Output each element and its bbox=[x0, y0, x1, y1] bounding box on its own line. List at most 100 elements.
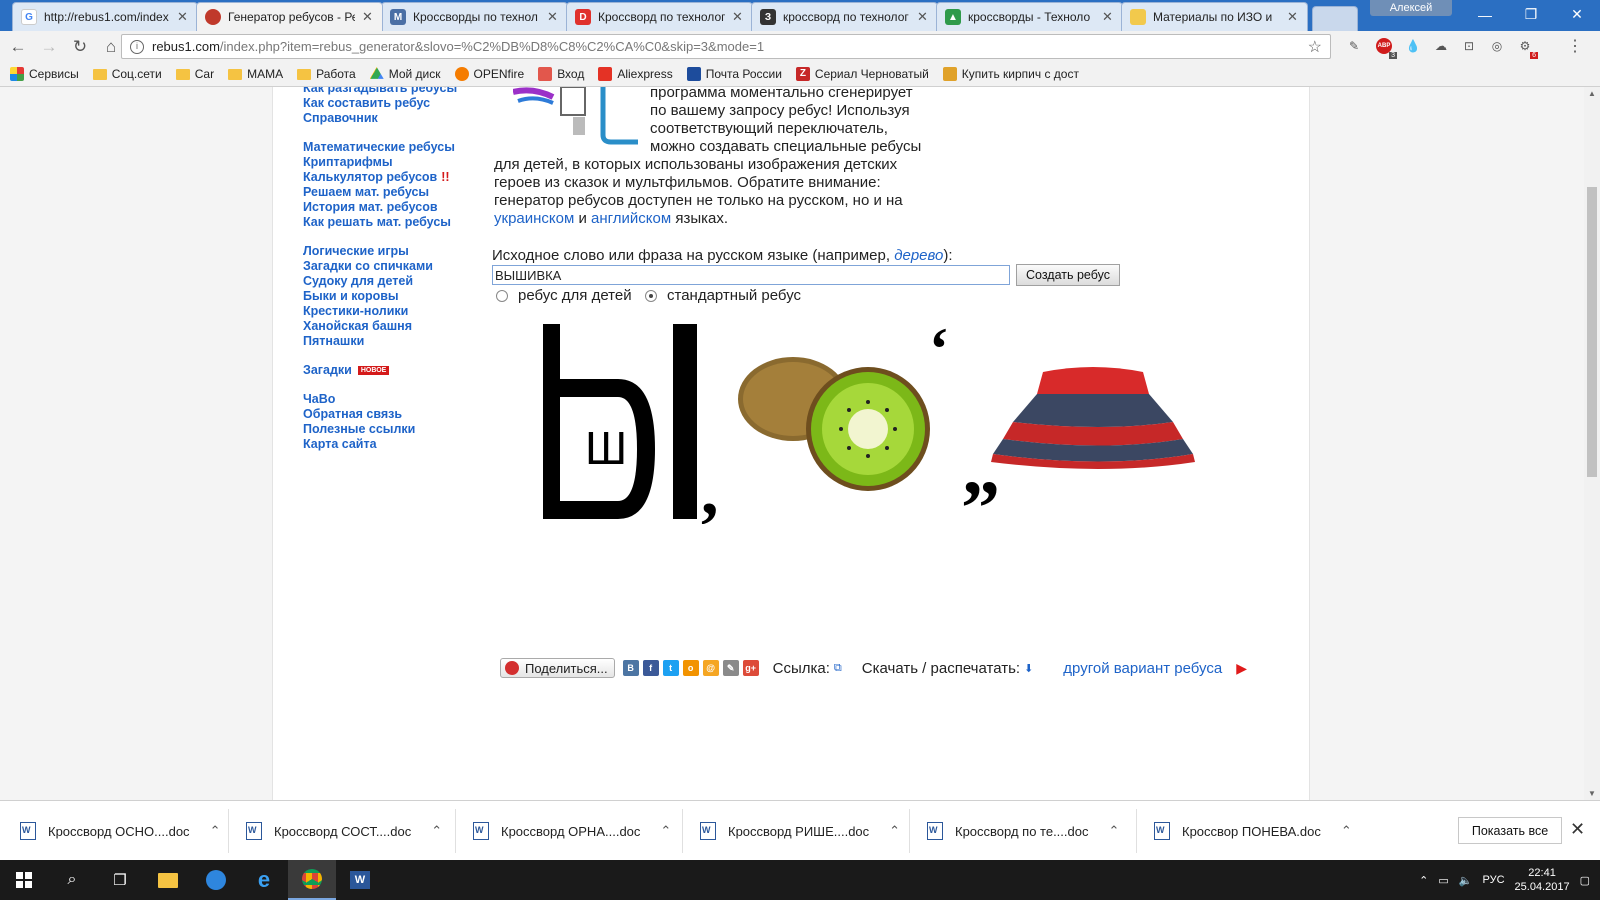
nav-link[interactable]: Крестики-нолики bbox=[303, 304, 473, 319]
bookmark-drive[interactable]: Мой диск bbox=[369, 67, 441, 81]
ukrainian-link[interactable]: украинском bbox=[494, 210, 574, 227]
close-tab-icon[interactable]: ✕ bbox=[362, 9, 374, 25]
close-tab-icon[interactable]: ✕ bbox=[917, 9, 929, 25]
language-indicator[interactable]: РУС bbox=[1483, 874, 1505, 886]
bookmark-serial[interactable]: Z Сериал Черноватый bbox=[795, 67, 929, 81]
info-icon[interactable]: i bbox=[130, 39, 144, 54]
nav-link[interactable]: Справочник bbox=[303, 111, 473, 126]
bookmark-folder-mama[interactable]: MAMA bbox=[228, 67, 283, 81]
livejournal-icon[interactable]: ✎ bbox=[722, 660, 739, 676]
download-item[interactable]: Кроссвор ПОНЕВА.doc ⌃ bbox=[1154, 819, 1352, 843]
reload-icon[interactable]: ↻ bbox=[67, 34, 93, 60]
download-icon[interactable]: ⬇ bbox=[1024, 662, 1033, 675]
bookmark-openfire[interactable]: OPENfire bbox=[454, 67, 524, 81]
vpn-extension-icon[interactable]: ◎ bbox=[1488, 37, 1506, 55]
nav-link-riddles[interactable]: Загадки НОВОЕ bbox=[303, 363, 473, 378]
nav-link[interactable]: ЧаВо bbox=[303, 392, 473, 407]
googleplus-icon[interactable]: g+ bbox=[742, 660, 759, 676]
english-link[interactable]: английском bbox=[591, 210, 671, 227]
radio-kids-option[interactable]: ребус для детей bbox=[496, 287, 632, 304]
download-item[interactable]: Кроссворд ОСНО....doc ⌃ bbox=[20, 819, 220, 843]
nav-link[interactable]: Как составить ребус bbox=[303, 96, 473, 111]
chevron-up-icon[interactable]: ⌃ bbox=[1108, 823, 1119, 839]
bookmark-brick[interactable]: Купить кирпич с дост bbox=[942, 67, 1079, 81]
chevron-up-icon[interactable]: ⌃ bbox=[1419, 874, 1428, 887]
nav-link[interactable]: Математические ребусы bbox=[303, 140, 473, 155]
restore-icon[interactable]: ❐ bbox=[1508, 0, 1554, 29]
nav-link[interactable]: Криптарифмы bbox=[303, 155, 473, 170]
radio-kids[interactable] bbox=[496, 289, 508, 302]
bookmark-folder-car[interactable]: Car bbox=[175, 67, 214, 81]
drop-extension-icon[interactable]: 💧 bbox=[1404, 37, 1422, 55]
tab-2[interactable]: M Кроссворды по технол ✕ bbox=[381, 2, 568, 31]
close-tab-icon[interactable]: ✕ bbox=[1287, 9, 1299, 25]
nav-link[interactable]: Полезные ссылки bbox=[303, 422, 473, 437]
file-explorer-icon[interactable] bbox=[144, 860, 192, 900]
tab-1[interactable]: Генератор ребусов - Ре ✕ bbox=[196, 2, 383, 31]
close-downloads-icon[interactable]: ✕ bbox=[1570, 819, 1585, 840]
rebus-word-input[interactable] bbox=[492, 265, 1010, 285]
external-link-icon[interactable]: ⧉ bbox=[834, 662, 842, 675]
windows-start-icon[interactable] bbox=[0, 860, 48, 900]
mailru-icon[interactable]: @ bbox=[702, 660, 719, 676]
scrollbar-thumb[interactable] bbox=[1587, 187, 1597, 477]
minimize-icon[interactable]: — bbox=[1462, 0, 1508, 29]
vk-icon[interactable]: B bbox=[622, 660, 639, 676]
chevron-up-icon[interactable]: ⌃ bbox=[660, 823, 671, 839]
twitter-icon[interactable]: t bbox=[662, 660, 679, 676]
address-bar[interactable]: i rebus1.com/index.php?item=rebus_genera… bbox=[121, 34, 1331, 59]
network-icon[interactable]: ▭ bbox=[1438, 874, 1448, 887]
nav-link[interactable]: Загадки со спичками bbox=[303, 259, 473, 274]
adblock-icon[interactable]: ABP 3 bbox=[1375, 37, 1397, 59]
share-button[interactable]: Поделиться... bbox=[500, 658, 615, 678]
new-tab-button[interactable] bbox=[1312, 6, 1358, 31]
bookmark-login[interactable]: Вход bbox=[538, 67, 584, 81]
tab-0[interactable]: G http://rebus1.com/index ✕ bbox=[12, 2, 198, 31]
show-all-downloads-button[interactable]: Показать все bbox=[1458, 817, 1562, 844]
odnoklassniki-icon[interactable]: о bbox=[682, 660, 699, 676]
word-icon[interactable]: W bbox=[336, 860, 384, 900]
tab-6[interactable]: Материалы по ИЗО и ✕ bbox=[1121, 2, 1308, 31]
example-link[interactable]: дерево bbox=[894, 247, 943, 264]
address-url[interactable]: rebus1.com/index.php?item=rebus_generato… bbox=[152, 39, 1308, 54]
play-arrow-icon[interactable]: ▶ bbox=[1236, 660, 1247, 677]
tab-3[interactable]: D Кроссворд по технолог ✕ bbox=[566, 2, 753, 31]
back-icon[interactable]: ← bbox=[5, 34, 31, 60]
forward-icon[interactable]: → bbox=[36, 34, 62, 60]
bookmark-apps[interactable]: Сервисы bbox=[10, 67, 79, 81]
tab-5[interactable]: ▲ кроссворды - Техноло ✕ bbox=[936, 2, 1123, 31]
menu-icon[interactable]: ⋮ bbox=[1566, 37, 1584, 55]
notify-extension-icon[interactable]: ⚙ 6 bbox=[1516, 37, 1538, 59]
vertical-scrollbar[interactable]: ▲ ▼ bbox=[1584, 87, 1600, 800]
close-tab-icon[interactable]: ✕ bbox=[177, 9, 189, 25]
nav-link[interactable]: Быки и коровы bbox=[303, 289, 473, 304]
bookmark-post[interactable]: Почта России bbox=[686, 67, 782, 81]
nav-link[interactable]: Обратная связь bbox=[303, 407, 473, 422]
other-variant-link[interactable]: другой вариант ребуса bbox=[1063, 660, 1222, 677]
create-rebus-button[interactable]: Создать ребус bbox=[1016, 264, 1120, 286]
speaker-icon[interactable]: 🔈 bbox=[1459, 874, 1473, 887]
scroll-down-icon[interactable]: ▼ bbox=[1588, 789, 1596, 798]
radio-standard-option[interactable]: стандартный ребус bbox=[645, 287, 801, 304]
bookmark-aliexpress[interactable]: Aliexpress bbox=[598, 67, 673, 81]
nav-link[interactable]: Ханойская башня bbox=[303, 319, 473, 334]
chevron-up-icon[interactable]: ⌃ bbox=[1341, 823, 1352, 839]
clock[interactable]: 22:41 25.04.2017 bbox=[1515, 866, 1570, 894]
chevron-up-icon[interactable]: ⌃ bbox=[210, 823, 221, 839]
nav-link[interactable]: Карта сайта bbox=[303, 437, 473, 452]
profile-name[interactable]: Алексей bbox=[1370, 0, 1452, 16]
globe-icon[interactable] bbox=[192, 860, 240, 900]
bookmark-folder-work[interactable]: Работа bbox=[297, 67, 356, 81]
chevron-up-icon[interactable]: ⌃ bbox=[889, 823, 900, 839]
bookmark-folder-social[interactable]: Соц.сети bbox=[92, 67, 162, 81]
pen-extension-icon[interactable]: ✎ bbox=[1345, 37, 1363, 55]
close-tab-icon[interactable]: ✕ bbox=[732, 9, 744, 25]
download-item[interactable]: Кроссворд СОСТ....doc ⌃ bbox=[246, 819, 442, 843]
tab-4[interactable]: З кроссворд по технолог ✕ bbox=[751, 2, 938, 31]
scroll-up-icon[interactable]: ▲ bbox=[1588, 89, 1596, 98]
download-item[interactable]: Кроссворд по те....doc ⌃ bbox=[927, 819, 1119, 843]
close-tab-icon[interactable]: ✕ bbox=[547, 9, 559, 25]
search-icon[interactable]: ⌕ bbox=[48, 860, 96, 900]
facebook-icon[interactable]: f bbox=[642, 660, 659, 676]
edge-icon[interactable]: e bbox=[240, 860, 288, 900]
